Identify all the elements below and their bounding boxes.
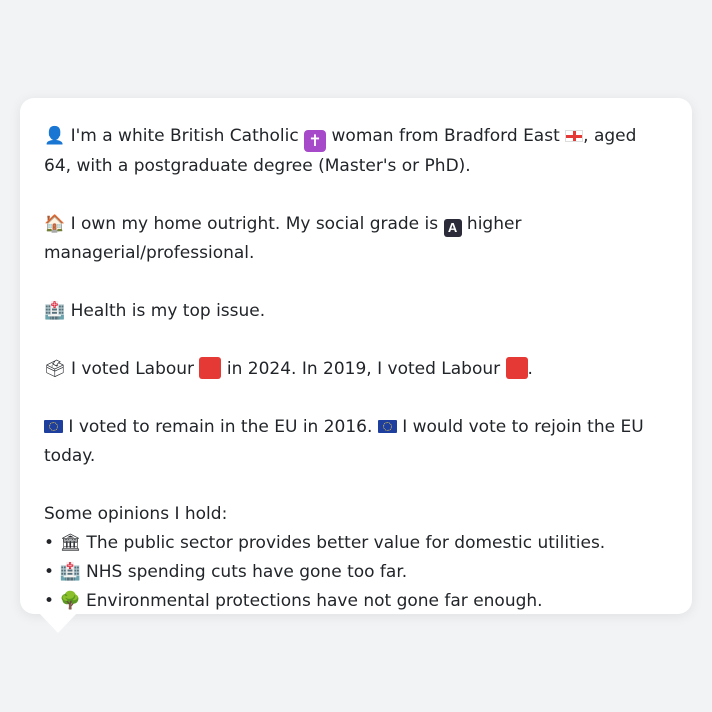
opinion-item: • 🏥 NHS spending cuts have gone too far.: [44, 558, 668, 587]
opinion-item: • 🌳 Environmental protections have not g…: [44, 587, 668, 616]
opinions-heading: Some opinions I hold:: [44, 504, 228, 524]
labour-red-square-icon: [199, 357, 222, 379]
housing-line: 🏠 I own my home outright. My social grad…: [44, 210, 668, 268]
tree-icon: 🌳: [59, 591, 81, 611]
person-icon: 👤: [44, 126, 66, 146]
voting-text-b: in 2024. In 2019, I voted Labour: [221, 359, 506, 379]
eu-flag-icon: [377, 420, 397, 433]
voting-line: 🗳 I voted Labour in 2024. In 2019, I vot…: [44, 355, 668, 384]
eu-text-a: I voted to remain in the EU in 2016.: [63, 417, 378, 437]
hospital-icon: 🏥: [59, 562, 81, 582]
bullet: •: [44, 533, 55, 553]
eu-line: I voted to remain in the EU in 2016. I w…: [44, 413, 668, 471]
identity-text-a: I'm a white British Catholic: [65, 126, 305, 146]
classical-building-icon: 🏛: [59, 533, 82, 553]
voting-text-c: .: [527, 359, 533, 379]
voting-text-a: I voted Labour: [65, 359, 200, 379]
hospital-icon: 🏥: [44, 301, 66, 321]
opinion-item: • 🏛 The public sector provides better va…: [44, 529, 668, 558]
opinion-text: NHS spending cuts have gone too far.: [80, 562, 408, 582]
identity-text-b: woman from Bradford East: [326, 126, 566, 146]
ballot-box-icon: 🗳: [44, 359, 66, 379]
identity-line: 👤 I'm a white British Catholic ✝ woman f…: [44, 122, 668, 181]
grade-a-badge: A: [443, 219, 462, 237]
opinion-text: Environmental protections have not gone …: [80, 591, 543, 611]
housing-text-a: I own my home outright. My social grade …: [65, 214, 444, 234]
latin-cross-icon: ✝: [304, 130, 327, 152]
profile-card: 👤 I'm a white British Catholic ✝ woman f…: [20, 98, 692, 614]
england-flag-icon: [565, 130, 584, 142]
bullet: •: [44, 562, 55, 582]
bullet: •: [44, 591, 55, 611]
house-icon: 🏠: [44, 214, 66, 234]
opinion-text: The public sector provides better value …: [81, 533, 606, 553]
top-issue-text: Health is my top issue.: [65, 301, 266, 321]
speech-bubble-tail: [38, 612, 78, 633]
eu-flag-icon: [44, 420, 63, 433]
top-issue-line: 🏥 Health is my top issue.: [44, 297, 668, 326]
labour-red-square-icon: [505, 357, 528, 379]
